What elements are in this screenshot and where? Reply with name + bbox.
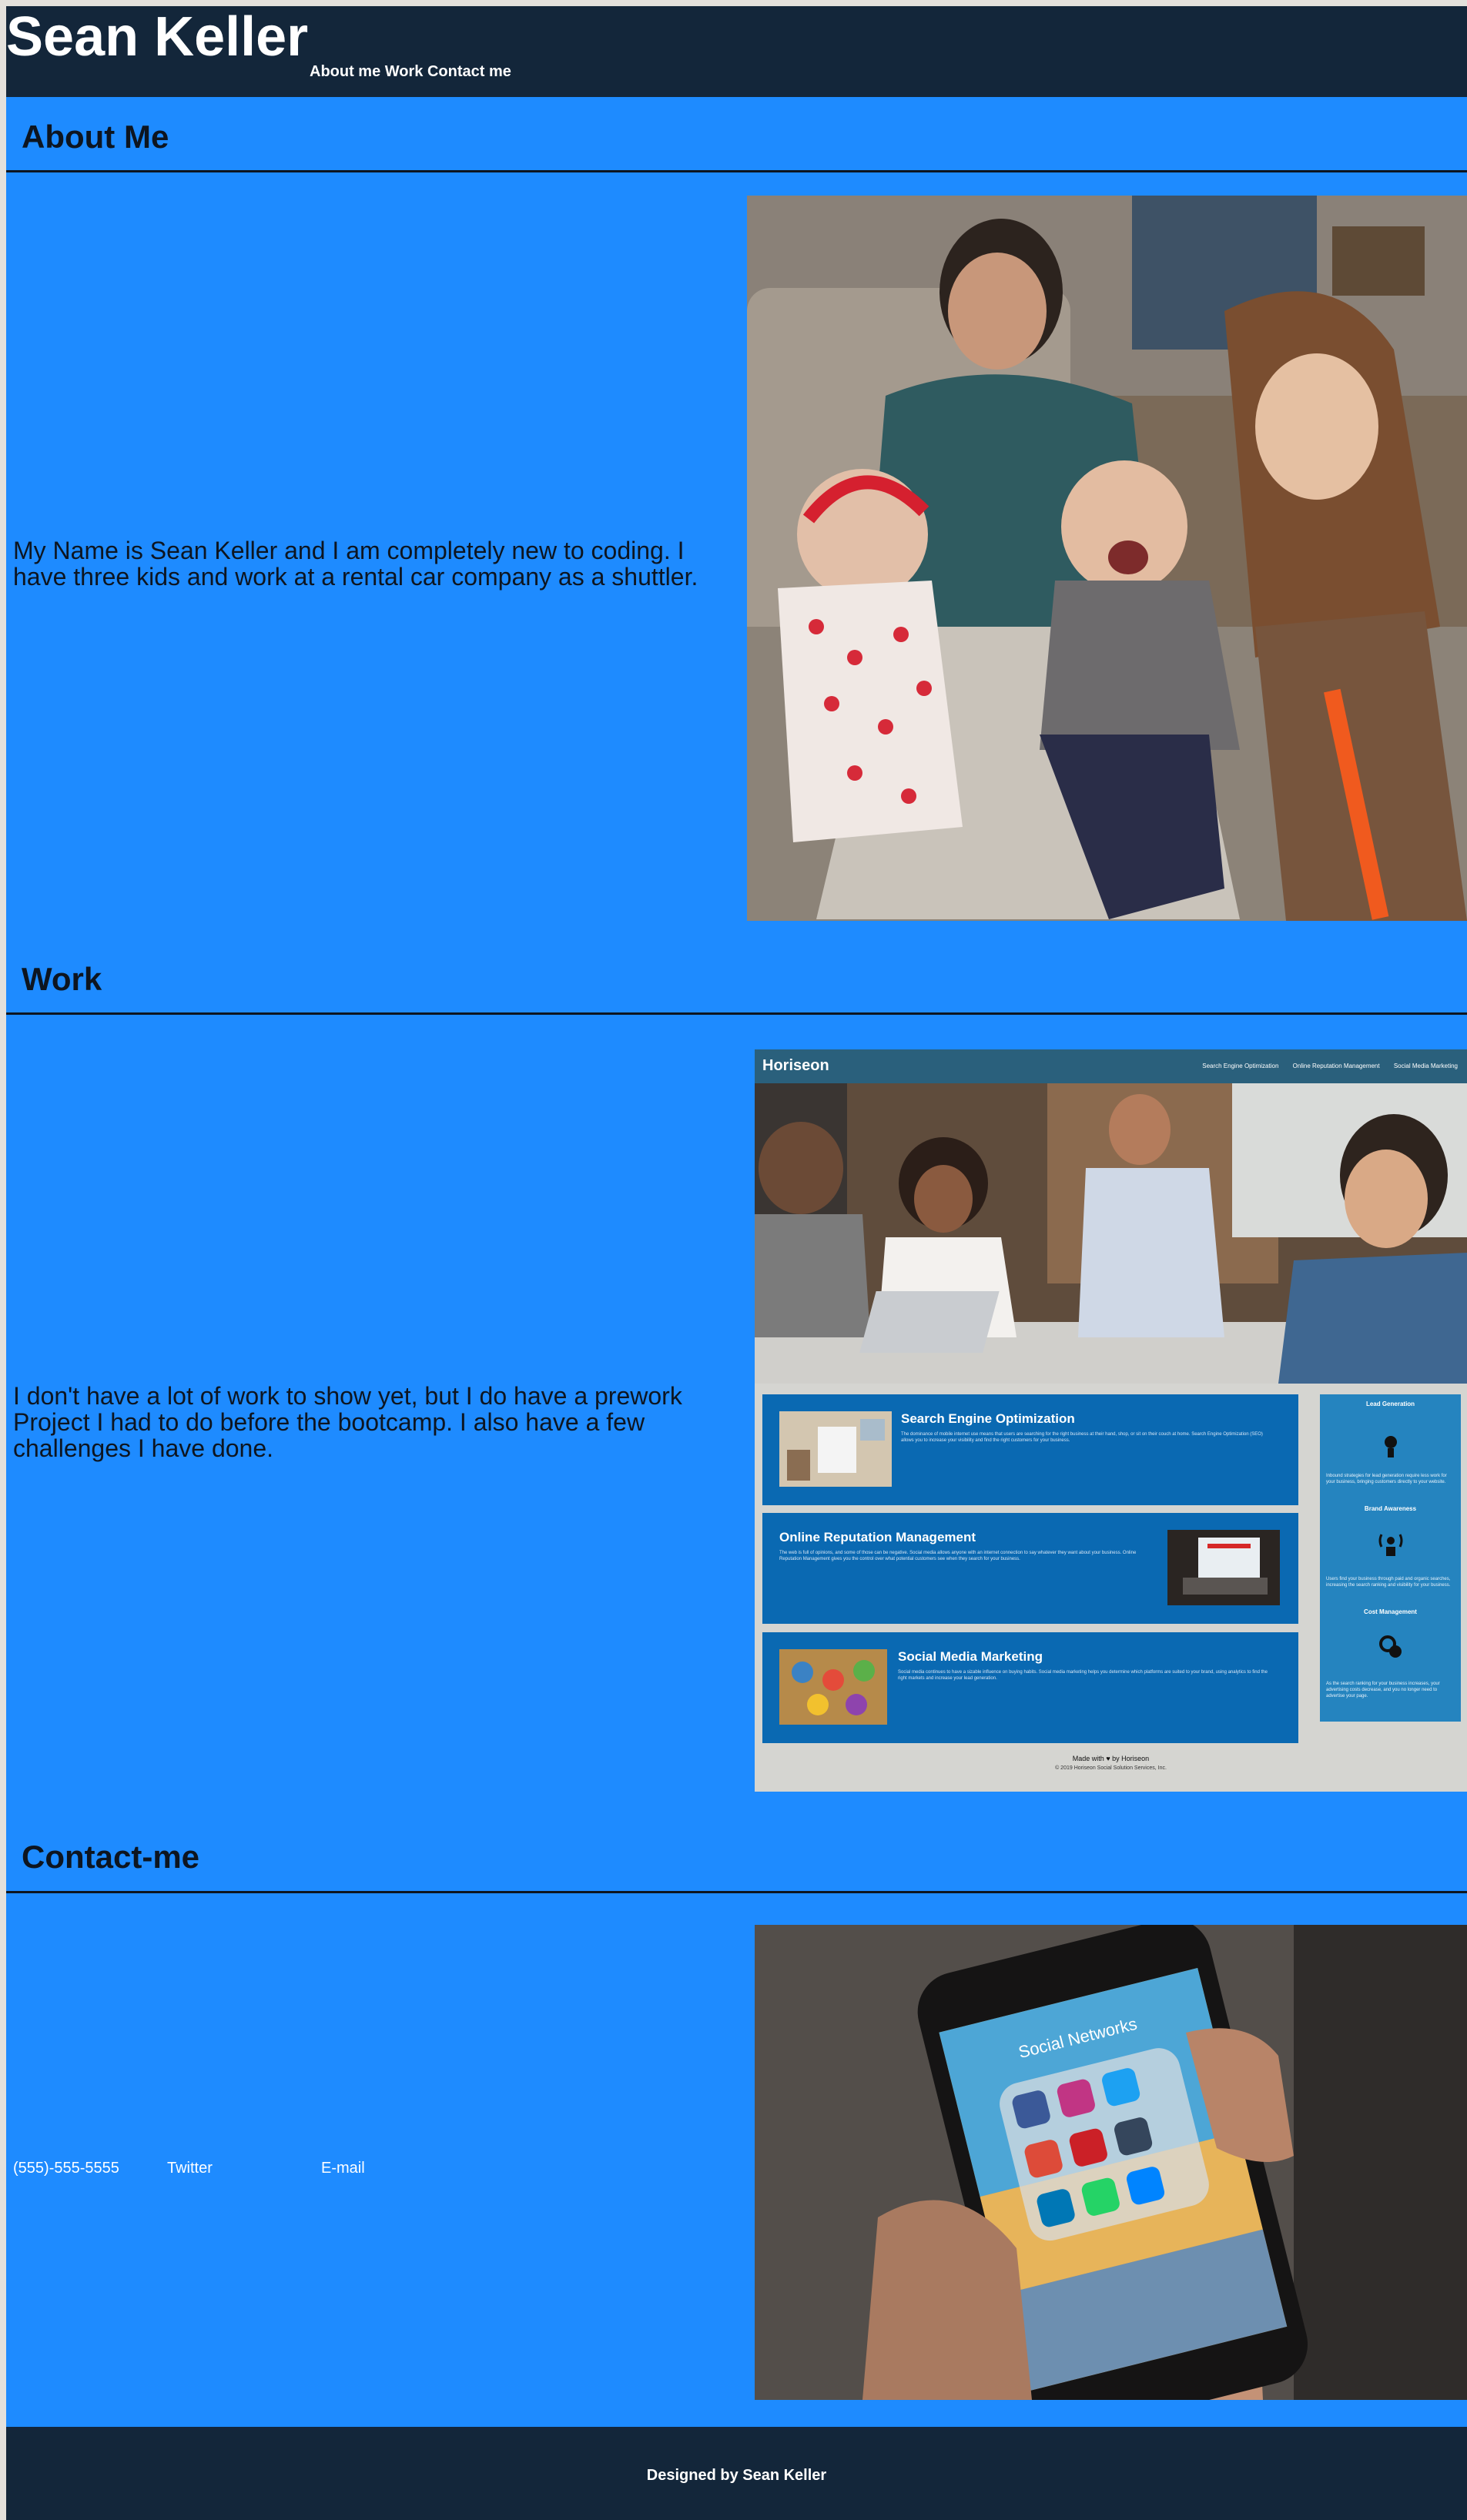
about-text: My Name is Sean Keller and I am complete… bbox=[13, 537, 698, 591]
nav-link-work[interactable]: Work bbox=[385, 63, 424, 80]
project-card-text: Social media continues to have a sizable… bbox=[898, 1670, 1268, 1681]
project-card-title: Online Reputation Management bbox=[779, 1530, 976, 1544]
benefit-title: Cost Management bbox=[1364, 1608, 1417, 1615]
about-divider bbox=[6, 170, 1467, 172]
project-logo: Horiseon bbox=[762, 1057, 829, 1074]
project-copyright: © 2019 Horiseon Social Solution Services… bbox=[1055, 1765, 1167, 1771]
project-card-image bbox=[779, 1411, 892, 1487]
project-card-smm: Social Media Marketing Social media cont… bbox=[762, 1632, 1298, 1743]
page: Sean Keller About me Work Contact me Abo… bbox=[6, 6, 1467, 2520]
work-text: I don't have a lot of work to show yet, … bbox=[13, 1382, 682, 1462]
broadcast-icon bbox=[1378, 1534, 1403, 1556]
project-screenshot[interactable]: Horiseon Search Engine Optimization Onli… bbox=[755, 1049, 1467, 1792]
twitter-link[interactable]: Twitter bbox=[167, 2160, 213, 2177]
project-nav-item: Online Reputation Management bbox=[1292, 1063, 1380, 1069]
benefit-text: Inbound strategies for lead generation r… bbox=[1326, 1474, 1447, 1484]
lightbulb-icon bbox=[1385, 1436, 1397, 1457]
contact-heading: Contact-me bbox=[22, 1839, 200, 1875]
project-card-text: The web is full of opinions, and some of… bbox=[779, 1551, 1137, 1561]
site-title: Sean Keller bbox=[6, 6, 309, 68]
nav-link-contact[interactable]: Contact me bbox=[427, 63, 511, 80]
phone-link[interactable]: (555)-555-5555 bbox=[13, 2160, 119, 2177]
project-topbar: Horiseon Search Engine Optimization Onli… bbox=[755, 1049, 1467, 1083]
project-card-title: Search Engine Optimization bbox=[901, 1411, 1075, 1426]
benefit-title: Lead Generation bbox=[1365, 1401, 1415, 1407]
phone-photo: Social Networks bbox=[755, 1925, 1467, 2400]
benefit-text: Users find your business through paid an… bbox=[1326, 1577, 1451, 1588]
project-card-orm: Online Reputation Management The web is … bbox=[762, 1513, 1298, 1624]
project-benefits: Lead Generation Inbound strategies for l… bbox=[1320, 1394, 1461, 1722]
site-header: Sean Keller About me Work Contact me bbox=[6, 6, 1467, 97]
project-footer: Made with ♥ by Horiseon bbox=[1072, 1755, 1150, 1762]
project-card-title: Social Media Marketing bbox=[898, 1649, 1043, 1664]
project-card-image bbox=[1167, 1530, 1280, 1605]
project-card-text: The dominance of mobile internet use mea… bbox=[901, 1432, 1263, 1443]
money-gears-icon bbox=[1379, 1635, 1402, 1658]
project-nav: Search Engine Optimization Online Reputa… bbox=[1190, 1063, 1458, 1069]
project-nav-item: Search Engine Optimization bbox=[1202, 1063, 1279, 1069]
project-nav-item: Social Media Marketing bbox=[1393, 1063, 1458, 1069]
benefit-text: As the search ranking for your business … bbox=[1326, 1682, 1440, 1698]
benefit-title: Brand Awareness bbox=[1364, 1505, 1417, 1512]
work-divider bbox=[6, 1012, 1467, 1015]
footer-credit: Designed by Sean Keller bbox=[646, 2467, 827, 2484]
email-link[interactable]: E-mail bbox=[321, 2160, 365, 2177]
project-card-image bbox=[779, 1649, 887, 1725]
nav-link-about[interactable]: About me bbox=[310, 63, 380, 80]
site-footer: Designed by Sean Keller bbox=[6, 2427, 1467, 2520]
family-photo bbox=[747, 196, 1467, 921]
work-heading: Work bbox=[22, 961, 102, 997]
contact-divider bbox=[6, 1891, 1467, 1893]
about-heading: About Me bbox=[22, 119, 169, 155]
project-card-seo: Search Engine Optimization The dominance… bbox=[762, 1394, 1298, 1505]
project-hero-image bbox=[755, 1083, 1467, 1384]
main-nav: About me Work Contact me bbox=[310, 63, 511, 81]
